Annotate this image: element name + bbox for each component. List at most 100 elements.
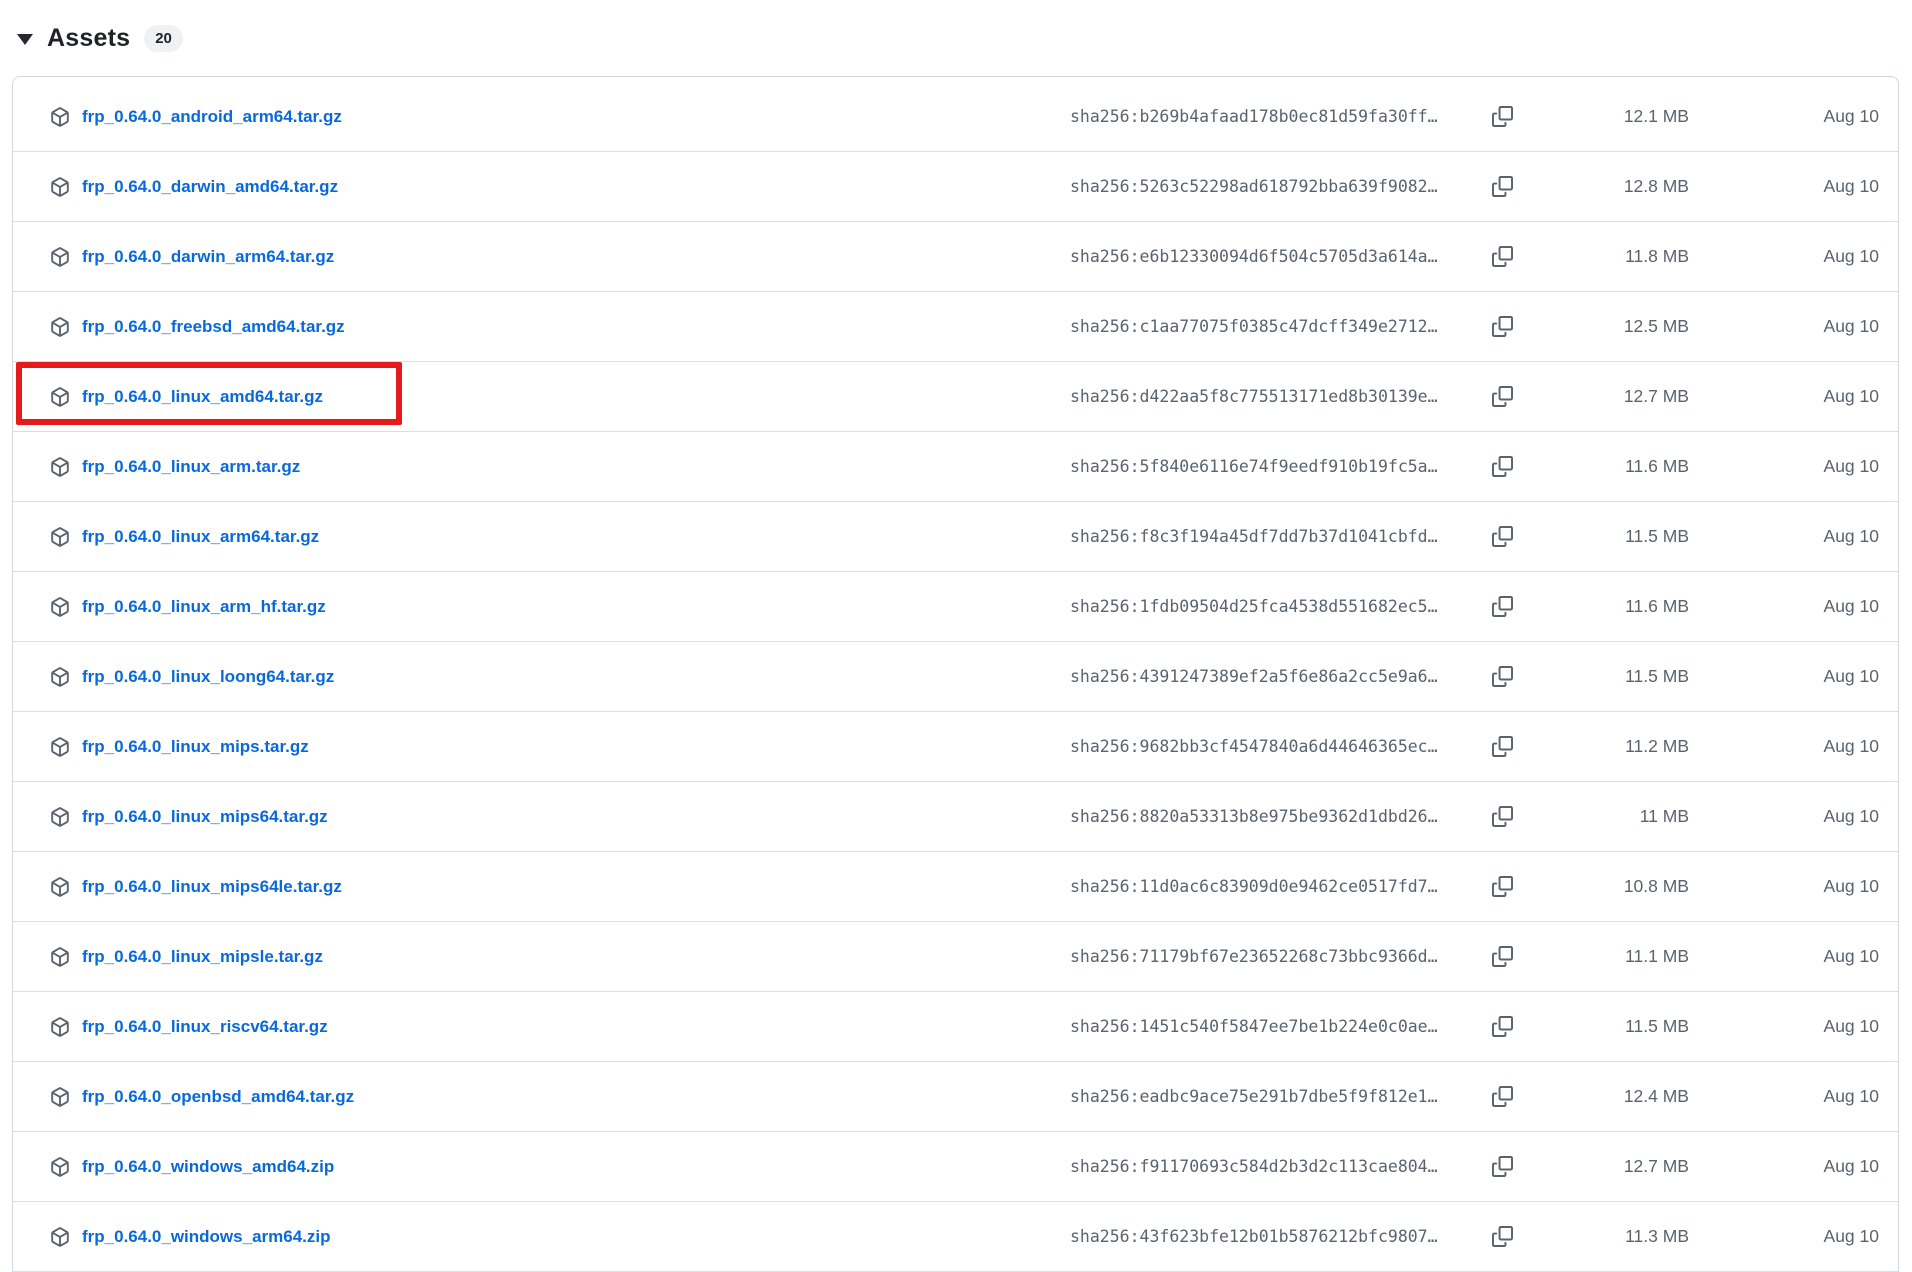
asset-sha256-digest: sha256:f91170693c584d2b3d2c113cae804… bbox=[1070, 1157, 1438, 1176]
package-icon bbox=[50, 1226, 70, 1247]
asset-date: Aug 10 bbox=[1823, 666, 1879, 686]
asset-size: 11.8 MB bbox=[1625, 246, 1689, 266]
package-icon bbox=[50, 666, 70, 687]
asset-file-link[interactable]: frp_0.64.0_linux_loong64.tar.gz bbox=[82, 667, 1070, 687]
copy-icon[interactable] bbox=[1492, 946, 1514, 968]
copy-icon[interactable] bbox=[1492, 666, 1514, 688]
asset-sha256-digest: sha256:8820a53313b8e975be9362d1dbd26… bbox=[1070, 807, 1438, 826]
asset-file-link[interactable]: frp_0.64.0_darwin_amd64.tar.gz bbox=[82, 177, 1070, 197]
package-icon bbox=[50, 386, 70, 407]
asset-size: 11.5 MB bbox=[1625, 1016, 1689, 1036]
asset-row: frp_0.64.0_darwin_amd64.tar.gz sha256:52… bbox=[13, 152, 1898, 222]
asset-row: frp_0.64.0_android_arm64.tar.gz sha256:b… bbox=[13, 82, 1898, 152]
asset-sha256-digest: sha256:1fdb09504d25fca4538d551682ec5… bbox=[1070, 597, 1438, 616]
copy-icon[interactable] bbox=[1492, 596, 1514, 618]
copy-icon[interactable] bbox=[1492, 386, 1514, 408]
copy-icon[interactable] bbox=[1492, 876, 1514, 898]
asset-file-link[interactable]: frp_0.64.0_openbsd_amd64.tar.gz bbox=[82, 1087, 1070, 1107]
assets-title: Assets bbox=[47, 23, 131, 52]
asset-file-link[interactable]: frp_0.64.0_linux_mips64.tar.gz bbox=[82, 807, 1070, 827]
copy-icon[interactable] bbox=[1492, 1226, 1514, 1248]
asset-sha256-digest: sha256:71179bf67e23652268c73bbc9366d… bbox=[1070, 947, 1438, 966]
asset-file-link[interactable]: frp_0.64.0_linux_arm.tar.gz bbox=[82, 457, 1070, 477]
asset-sha256-digest: sha256:11d0ac6c83909d0e9462ce0517fd7… bbox=[1070, 877, 1438, 896]
asset-row: frp_0.64.0_darwin_arm64.tar.gz sha256:e6… bbox=[13, 222, 1898, 292]
assets-table: frp_0.64.0_android_arm64.tar.gz sha256:b… bbox=[12, 76, 1899, 1272]
package-icon bbox=[50, 246, 70, 267]
asset-row: frp_0.64.0_windows_amd64.zip sha256:f911… bbox=[13, 1132, 1898, 1202]
asset-file-link[interactable]: frp_0.64.0_linux_mipsle.tar.gz bbox=[82, 947, 1070, 967]
asset-size: 11.5 MB bbox=[1625, 526, 1689, 546]
copy-icon[interactable] bbox=[1492, 246, 1514, 268]
copy-icon[interactable] bbox=[1492, 1086, 1514, 1108]
asset-sha256-digest: sha256:5263c52298ad618792bba639f9082… bbox=[1070, 177, 1438, 196]
copy-icon[interactable] bbox=[1492, 806, 1514, 828]
copy-icon[interactable] bbox=[1492, 456, 1514, 478]
asset-sha256-digest: sha256:5f840e6116e74f9eedf910b19fc5a… bbox=[1070, 457, 1438, 476]
asset-date: Aug 10 bbox=[1823, 246, 1879, 266]
asset-file-link[interactable]: frp_0.64.0_windows_amd64.zip bbox=[82, 1157, 1070, 1177]
asset-size: 11 MB bbox=[1639, 806, 1689, 826]
asset-file-link[interactable]: frp_0.64.0_darwin_arm64.tar.gz bbox=[82, 247, 1070, 267]
asset-sha256-digest: sha256:43f623bfe12b01b5876212bfc9807… bbox=[1070, 1227, 1438, 1246]
package-icon bbox=[50, 736, 70, 757]
asset-sha256-digest: sha256:1451c540f5847ee7be1b224e0c0ae… bbox=[1070, 1017, 1438, 1036]
asset-date: Aug 10 bbox=[1823, 456, 1879, 476]
asset-size: 12.4 MB bbox=[1623, 1086, 1689, 1106]
asset-row: frp_0.64.0_linux_mips.tar.gz sha256:9682… bbox=[13, 712, 1898, 782]
asset-date: Aug 10 bbox=[1823, 1086, 1879, 1106]
asset-sha256-digest: sha256:c1aa77075f0385c47dcff349e2712… bbox=[1070, 317, 1438, 336]
asset-sha256-digest: sha256:4391247389ef2a5f6e86a2cc5e9a6… bbox=[1070, 667, 1438, 686]
asset-row: frp_0.64.0_linux_amd64.tar.gz sha256:d42… bbox=[13, 362, 1898, 432]
asset-size: 12.5 MB bbox=[1623, 316, 1689, 336]
asset-file-link[interactable]: frp_0.64.0_linux_arm_hf.tar.gz bbox=[82, 597, 1070, 617]
asset-size: 12.1 MB bbox=[1623, 106, 1689, 126]
copy-icon[interactable] bbox=[1492, 176, 1514, 198]
copy-icon[interactable] bbox=[1492, 1156, 1514, 1178]
package-icon bbox=[50, 316, 70, 337]
asset-file-link[interactable]: frp_0.64.0_linux_mips.tar.gz bbox=[82, 737, 1070, 757]
asset-size: 12.7 MB bbox=[1623, 386, 1689, 406]
asset-file-link[interactable]: frp_0.64.0_linux_arm64.tar.gz bbox=[82, 527, 1070, 547]
asset-date: Aug 10 bbox=[1823, 806, 1879, 826]
asset-size: 11.6 MB bbox=[1625, 456, 1689, 476]
asset-row: frp_0.64.0_linux_loong64.tar.gz sha256:4… bbox=[13, 642, 1898, 712]
collapse-triangle-icon[interactable] bbox=[17, 34, 33, 45]
copy-icon[interactable] bbox=[1492, 106, 1514, 128]
asset-file-link[interactable]: frp_0.64.0_linux_amd64.tar.gz bbox=[82, 387, 1070, 407]
assets-section-header: Assets 20 bbox=[0, 0, 1912, 60]
asset-file-link[interactable]: frp_0.64.0_linux_mips64le.tar.gz bbox=[82, 877, 1070, 897]
copy-icon[interactable] bbox=[1492, 1016, 1514, 1038]
asset-date: Aug 10 bbox=[1823, 526, 1879, 546]
asset-file-link[interactable]: frp_0.64.0_freebsd_amd64.tar.gz bbox=[82, 317, 1070, 337]
package-icon bbox=[50, 1156, 70, 1177]
asset-size: 11.5 MB bbox=[1625, 666, 1689, 686]
asset-size: 12.8 MB bbox=[1623, 176, 1689, 196]
copy-icon[interactable] bbox=[1492, 316, 1514, 338]
asset-file-link[interactable]: frp_0.64.0_linux_riscv64.tar.gz bbox=[82, 1017, 1070, 1037]
copy-icon[interactable] bbox=[1492, 736, 1514, 758]
package-icon bbox=[50, 526, 70, 547]
assets-count-badge: 20 bbox=[144, 24, 183, 52]
asset-size: 11.6 MB bbox=[1625, 596, 1689, 616]
asset-date: Aug 10 bbox=[1823, 876, 1879, 896]
asset-row: frp_0.64.0_freebsd_amd64.tar.gz sha256:c… bbox=[13, 292, 1898, 362]
package-icon bbox=[50, 876, 70, 897]
package-icon bbox=[50, 106, 70, 127]
asset-size: 11.3 MB bbox=[1625, 1226, 1689, 1246]
asset-file-link[interactable]: frp_0.64.0_windows_arm64.zip bbox=[82, 1227, 1070, 1247]
copy-icon[interactable] bbox=[1492, 526, 1514, 548]
asset-sha256-digest: sha256:b269b4afaad178b0ec81d59fa30ff… bbox=[1070, 107, 1438, 126]
asset-row: frp_0.64.0_linux_mips64le.tar.gz sha256:… bbox=[13, 852, 1898, 922]
asset-date: Aug 10 bbox=[1823, 316, 1879, 336]
asset-date: Aug 10 bbox=[1823, 596, 1879, 616]
asset-date: Aug 10 bbox=[1823, 1156, 1879, 1176]
asset-row: frp_0.64.0_openbsd_amd64.tar.gz sha256:e… bbox=[13, 1062, 1898, 1132]
asset-sha256-digest: sha256:e6b12330094d6f504c5705d3a614a… bbox=[1070, 247, 1438, 266]
asset-sha256-digest: sha256:eadbc9ace75e291b7dbe5f9f812e1… bbox=[1070, 1087, 1438, 1106]
package-icon bbox=[50, 1086, 70, 1107]
asset-date: Aug 10 bbox=[1823, 736, 1879, 756]
asset-date: Aug 10 bbox=[1823, 946, 1879, 966]
package-icon bbox=[50, 176, 70, 197]
asset-file-link[interactable]: frp_0.64.0_android_arm64.tar.gz bbox=[82, 107, 1070, 127]
